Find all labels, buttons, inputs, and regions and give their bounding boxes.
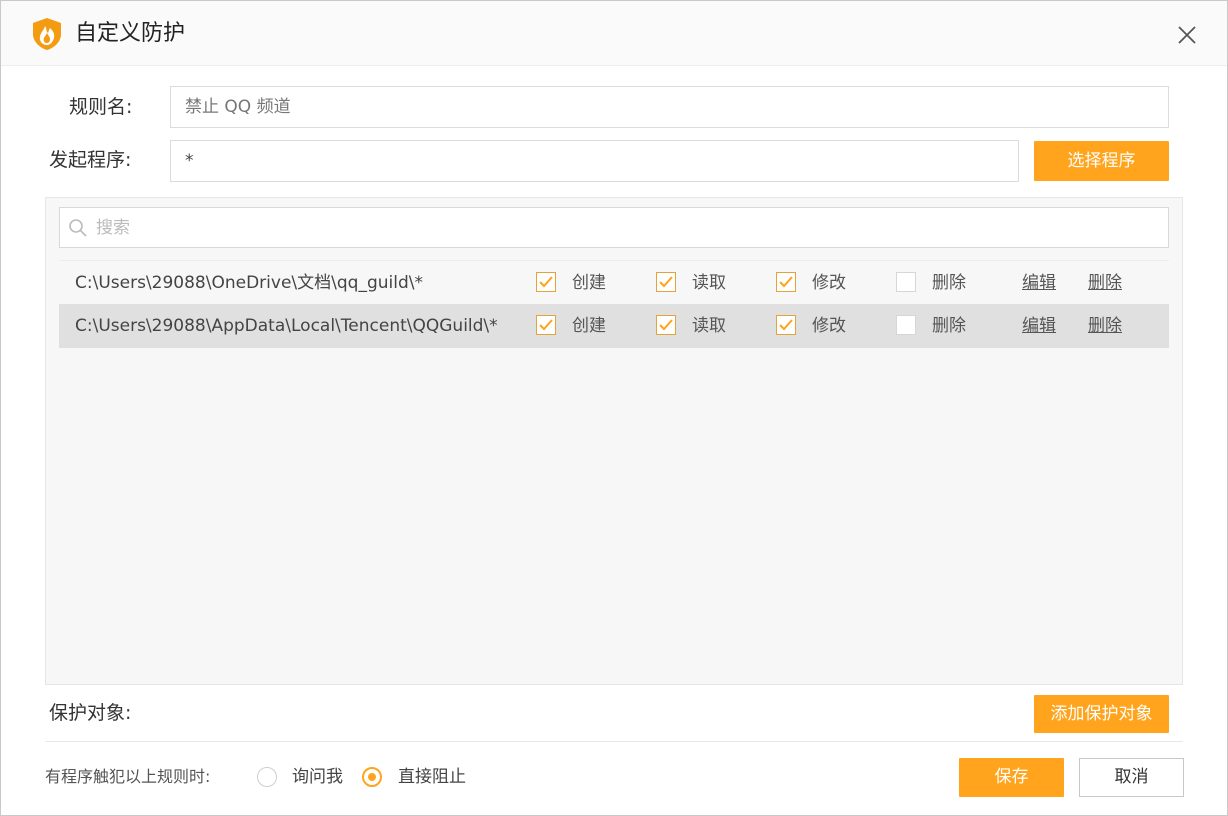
cancel-button[interactable]: 取消 [1079,758,1184,797]
delete-checkbox[interactable] [896,272,916,292]
add-protect-object-button[interactable]: 添加保护对象 [1034,695,1169,733]
check-icon [659,276,673,288]
table-row[interactable]: C:\Users\29088\AppData\Local\Tencent\QQG… [59,304,1169,348]
check-icon [539,319,553,331]
delete-checkbox[interactable] [896,315,916,335]
modify-checkbox[interactable] [776,272,796,292]
table-row[interactable]: C:\Users\29088\OneDrive\文档\qq_guild\* 创建… [59,260,1169,304]
ask-me-label: 询问我 [292,767,343,787]
select-program-button[interactable]: 选择程序 [1034,141,1169,181]
remove-link[interactable]: 删除 [1088,304,1122,348]
block-directly-label: 直接阻止 [398,767,466,787]
create-label: 创建 [572,316,606,336]
read-label: 读取 [692,273,726,293]
delete-label: 删除 [932,273,966,293]
edit-link[interactable]: 编辑 [1022,261,1056,305]
modify-label: 修改 [812,273,846,293]
check-icon [779,276,793,288]
search-placeholder: 搜索 [96,218,130,238]
protected-objects-panel: 搜索 C:\Users\29088\OneDrive\文档\qq_guild\*… [45,197,1183,685]
read-label: 读取 [692,316,726,336]
modify-checkbox[interactable] [776,315,796,335]
rule-name-label: 规则名: [69,96,133,118]
read-checkbox[interactable] [656,272,676,292]
divider [45,741,1183,742]
block-directly-radio[interactable] [362,767,382,787]
ask-me-radio[interactable] [257,767,277,787]
check-icon [539,276,553,288]
close-icon[interactable] [1173,21,1201,49]
delete-label: 删除 [932,316,966,336]
search-input[interactable]: 搜索 [59,207,1169,248]
trigger-label: 有程序触犯以上规则时: [45,767,211,786]
create-label: 创建 [572,273,606,293]
protect-label: 保护对象: [49,702,132,724]
rule-path: C:\Users\29088\AppData\Local\Tencent\QQG… [75,316,498,336]
remove-link[interactable]: 删除 [1088,261,1122,305]
read-checkbox[interactable] [656,315,676,335]
custom-protection-dialog: 自定义防护 规则名: 禁止 QQ 频道 发起程序: * 选择程序 搜索 C:\U… [0,0,1228,816]
modify-label: 修改 [812,316,846,336]
edit-link[interactable]: 编辑 [1022,304,1056,348]
flame-shield-icon [33,18,61,50]
search-icon [69,219,87,237]
check-icon [779,319,793,331]
rule-path: C:\Users\29088\OneDrive\文档\qq_guild\* [75,273,423,293]
dialog-title: 自定义防护 [75,21,186,46]
create-checkbox[interactable] [536,272,556,292]
create-checkbox[interactable] [536,315,556,335]
program-input[interactable]: * [170,140,1019,182]
program-label: 发起程序: [49,149,132,171]
title-bar: 自定义防护 [1,1,1227,66]
check-icon [659,319,673,331]
rule-name-input[interactable]: 禁止 QQ 频道 [170,86,1169,128]
save-button[interactable]: 保存 [959,758,1064,797]
